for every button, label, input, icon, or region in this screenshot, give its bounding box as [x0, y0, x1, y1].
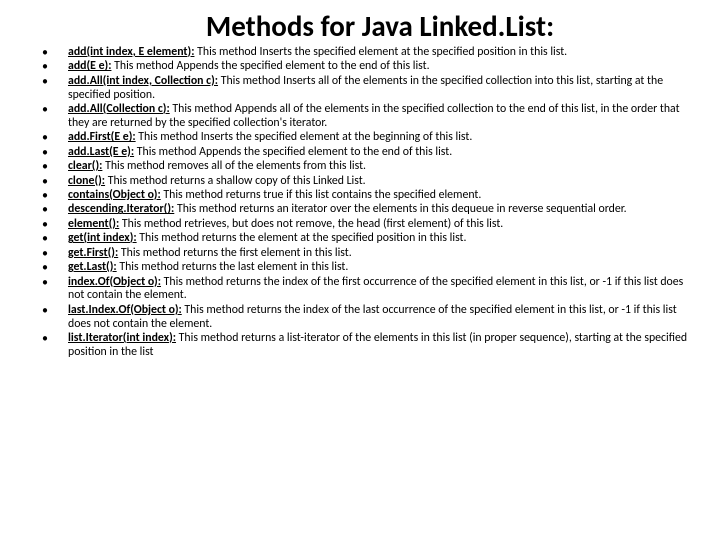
list-item: descending.Iterator(): This method retur… — [30, 203, 690, 217]
method-name: add.First(E e): — [68, 130, 136, 144]
list-item: add.All(int index, Collection c): This m… — [30, 75, 690, 103]
method-name: add(int index, E element): — [68, 45, 194, 59]
list-item: get(int index): This method returns the … — [30, 232, 690, 246]
list-item: list.Iterator(int index): This method re… — [30, 332, 690, 360]
method-description: This method Inserts the specified elemen… — [194, 45, 567, 59]
method-name: last.Index.Of(Object o): — [68, 303, 182, 317]
list-item: add(int index, E element): This method I… — [30, 46, 690, 60]
method-name: clear(): — [68, 159, 102, 173]
method-description: This method Appends the specified elemen… — [134, 145, 452, 159]
method-description: This method returns the index of the fir… — [68, 275, 683, 303]
method-description: This method retrieves, but does not remo… — [119, 217, 503, 231]
method-description: This method returns the element at the s… — [137, 231, 467, 245]
list-item: clear(): This method removes all of the … — [30, 160, 690, 174]
list-item: get.Last(): This method returns the last… — [30, 261, 690, 275]
method-name: add.All(Collection c): — [68, 102, 170, 116]
method-name: get.Last(): — [68, 260, 117, 274]
list-item: add.First(E e): This method Inserts the … — [30, 131, 690, 145]
method-description: This method returns the last element in … — [117, 260, 349, 274]
list-item: get.First(): This method returns the fir… — [30, 247, 690, 261]
method-description: This method returns the first element in… — [118, 246, 352, 260]
method-description: This method returns an iterator over the… — [174, 202, 626, 216]
method-name: add.All(int index, Collection c): — [68, 74, 218, 88]
method-description: This method returns true if this list co… — [161, 188, 482, 202]
method-name: clone(): — [68, 174, 105, 188]
method-description: This method Appends the specified elemen… — [111, 59, 429, 73]
method-name: get(int index): — [68, 231, 137, 245]
list-item: contains(Object o): This method returns … — [30, 189, 690, 203]
method-list: add(int index, E element): This method I… — [30, 46, 690, 360]
method-name: contains(Object o): — [68, 188, 161, 202]
method-description: This method returns a shallow copy of th… — [105, 174, 366, 188]
method-name: get.First(): — [68, 246, 118, 260]
method-name: add.Last(E e): — [68, 145, 134, 159]
list-item: last.Index.Of(Object o): This method ret… — [30, 304, 690, 332]
method-description: This method removes all of the elements … — [102, 159, 366, 173]
list-item: add(E e): This method Appends the specif… — [30, 60, 690, 74]
method-name: list.Iterator(int index): — [68, 331, 176, 345]
list-item: element(): This method retrieves, but do… — [30, 218, 690, 232]
method-description: This method Inserts the specified elemen… — [136, 130, 473, 144]
method-name: index.Of(Object o): — [68, 275, 161, 289]
list-item: add.Last(E e): This method Appends the s… — [30, 146, 690, 160]
method-name: element(): — [68, 217, 119, 231]
content-area: add(int index, E element): This method I… — [30, 46, 690, 360]
method-name: descending.Iterator(): — [68, 202, 174, 216]
list-item: clone(): This method returns a shallow c… — [30, 175, 690, 189]
list-item: add.All(Collection c): This method Appen… — [30, 103, 690, 131]
page-title: Methods for Java Linked.List: — [70, 8, 690, 44]
list-item: index.Of(Object o): This method returns … — [30, 276, 690, 304]
method-name: add(E e): — [68, 59, 111, 73]
